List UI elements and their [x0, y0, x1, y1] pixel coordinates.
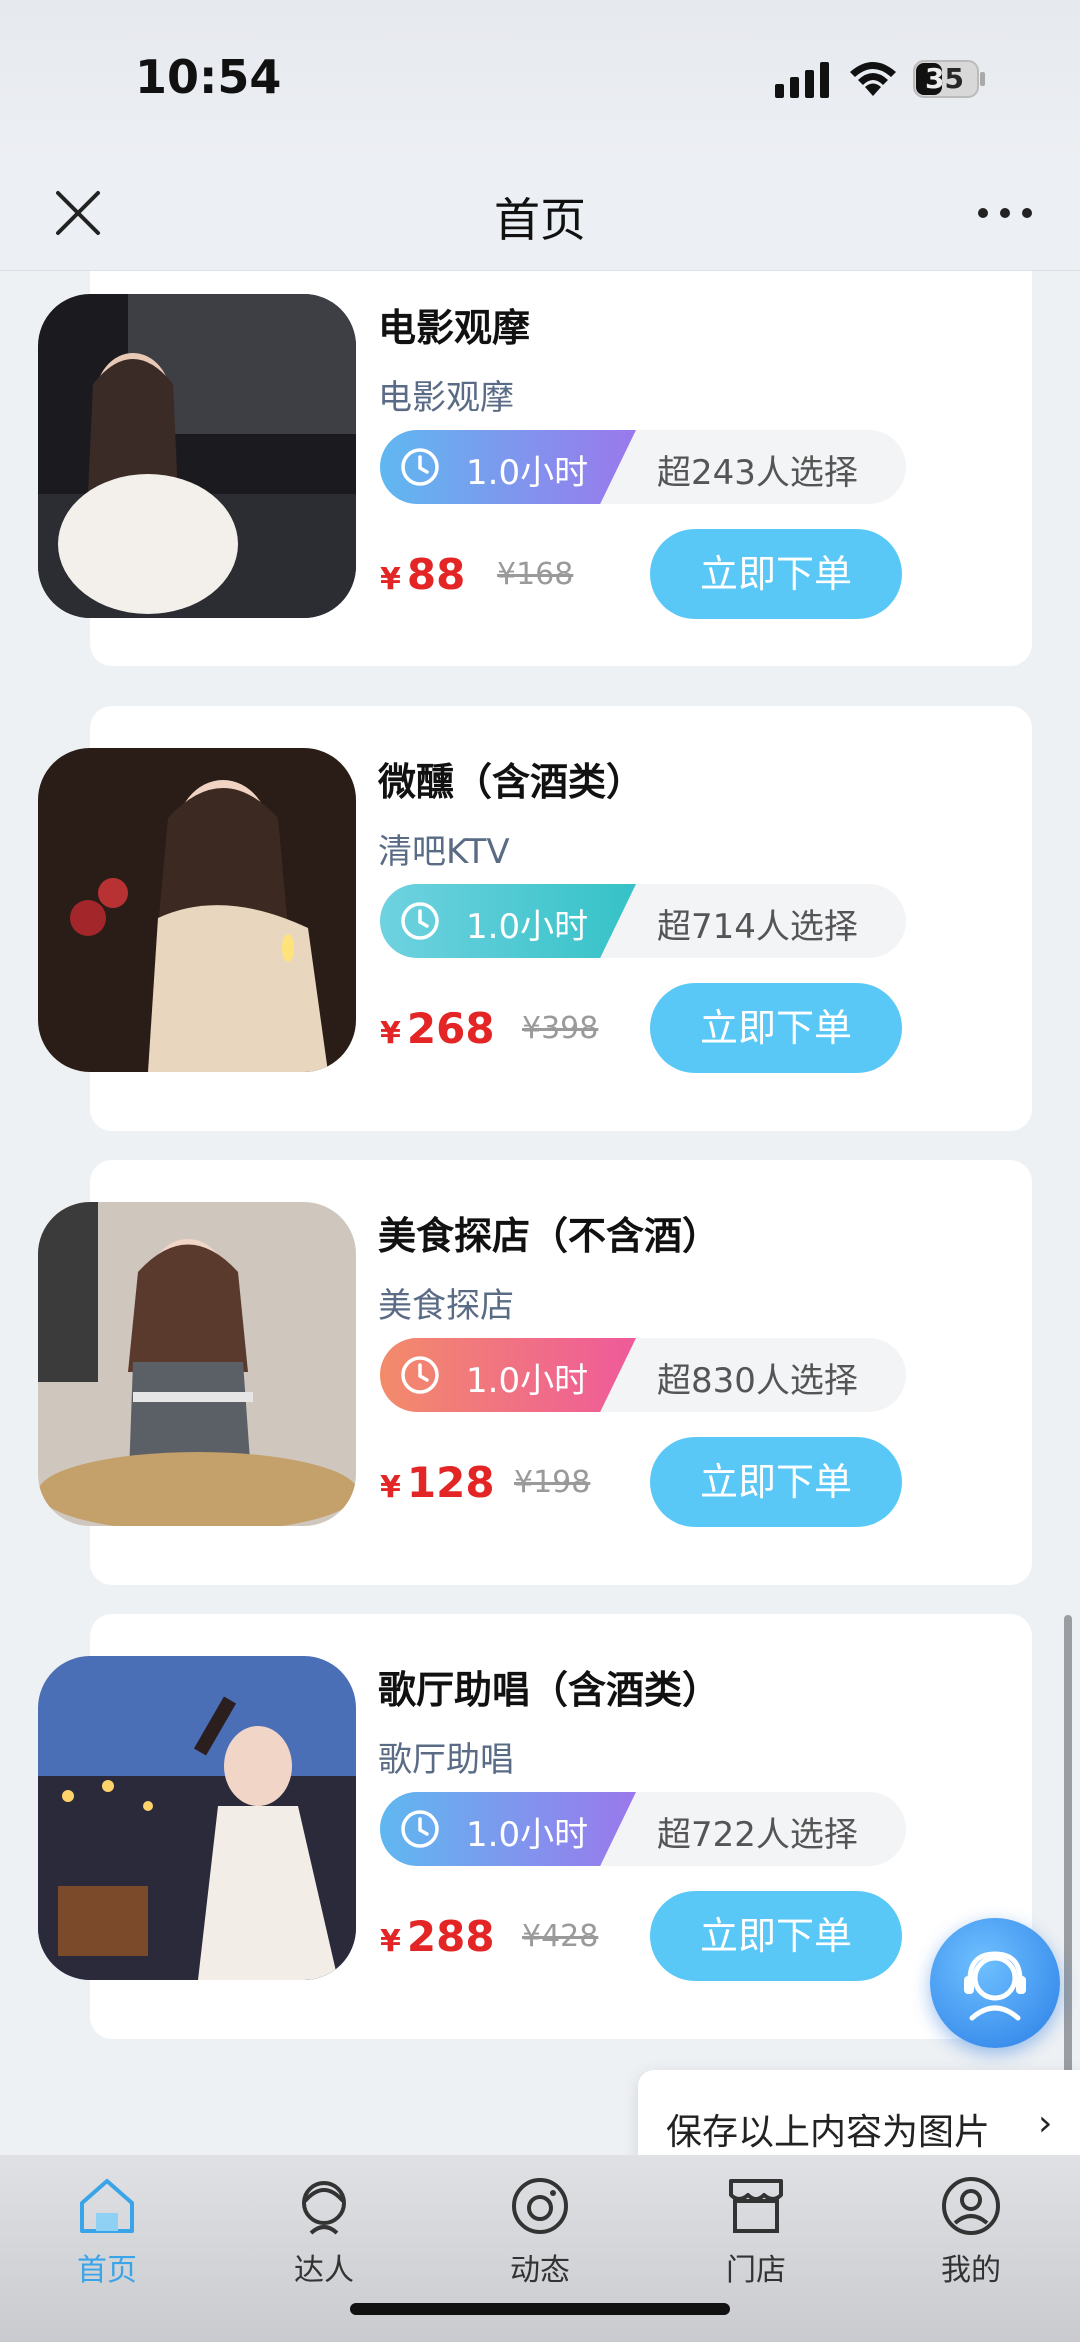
tab-label: 我的	[941, 2253, 1001, 2288]
customer-service-button[interactable]	[930, 1918, 1060, 2048]
buyer-count: 超714人选择	[657, 907, 858, 947]
home-icon	[80, 2179, 134, 2233]
duration-badge: 1.0小时 超830人选择	[380, 1338, 906, 1412]
order-button[interactable]: 立即下单	[650, 983, 902, 1073]
nav-bar: 首页	[0, 160, 1080, 271]
profile-icon	[942, 2177, 1000, 2235]
currency-symbol: ¥	[380, 1924, 401, 1959]
duration-text: 1.0小时	[466, 1815, 589, 1855]
currency-symbol: ¥	[380, 1016, 401, 1051]
order-button[interactable]: 立即下单	[650, 1891, 902, 1981]
battery-icon: 35	[913, 60, 987, 98]
original-price: ¥168	[497, 557, 574, 592]
product-category: 电影观摩	[378, 378, 514, 418]
headset-icon	[964, 1951, 1026, 2021]
product-title: 电影观摩	[378, 306, 531, 350]
price: ¥288	[380, 1912, 495, 1961]
product-image[interactable]	[38, 748, 356, 1072]
product-title: 歌厅助唱（含酒类）	[378, 1668, 721, 1712]
product-title: 微醺（含酒类）	[378, 760, 645, 804]
battery-level: 35	[925, 62, 964, 95]
tab-profile[interactable]: 我的	[896, 2173, 1046, 2313]
signal-icon	[775, 62, 829, 98]
wifi-icon	[850, 62, 896, 96]
page-title: 首页	[494, 193, 586, 247]
duration-badge: 1.0小时 超722人选择	[380, 1792, 906, 1866]
clock-icon	[401, 1356, 439, 1394]
product-category: 歌厅助唱	[378, 1740, 514, 1780]
status-time: 10:54	[135, 50, 282, 104]
original-price: ¥398	[522, 1011, 599, 1046]
chevron-right-icon: ›	[1038, 2103, 1053, 2144]
product-list[interactable]: 电影观摩 电影观摩 1.0小时 超243人选择 ¥88 ¥168 立即下单 微醺…	[0, 271, 1080, 2155]
tab-label: 门店	[726, 2253, 786, 2288]
person-icon	[302, 2181, 346, 2235]
store-icon	[729, 2179, 783, 2233]
tab-home[interactable]: 首页	[32, 2173, 182, 2313]
tab-moments[interactable]: 动态	[465, 2173, 615, 2313]
product-image[interactable]	[38, 1202, 356, 1526]
duration-text: 1.0小时	[466, 1361, 589, 1401]
clock-icon	[401, 902, 439, 940]
currency-symbol: ¥	[380, 562, 401, 597]
price-amount: 88	[406, 550, 466, 599]
buyer-count: 超722人选择	[657, 1815, 858, 1855]
buyer-count: 超243人选择	[657, 453, 858, 493]
tab-label: 达人	[294, 2253, 354, 2288]
clock-icon	[401, 1810, 439, 1848]
tab-store[interactable]: 门店	[681, 2173, 831, 2313]
original-price: ¥428	[522, 1919, 599, 1954]
price-amount: 288	[406, 1912, 495, 1961]
clock-icon	[401, 448, 439, 486]
duration-badge: 1.0小时 超714人选择	[380, 884, 906, 958]
more-icon[interactable]	[975, 198, 1035, 228]
price: ¥268	[380, 1004, 495, 1053]
order-button[interactable]: 立即下单	[650, 1437, 902, 1527]
currency-symbol: ¥	[380, 1470, 401, 1505]
duration-text: 1.0小时	[466, 907, 589, 947]
tab-label: 动态	[510, 2253, 570, 2288]
price-amount: 128	[406, 1458, 495, 1507]
product-category: 美食探店	[378, 1286, 514, 1326]
product-category: 清吧KTV	[378, 832, 510, 872]
order-button[interactable]: 立即下单	[650, 529, 902, 619]
product-image[interactable]	[38, 294, 356, 618]
duration-badge: 1.0小时 超243人选择	[380, 430, 906, 504]
buyer-count: 超830人选择	[657, 1361, 858, 1401]
product-title: 美食探店（不含酒）	[378, 1214, 721, 1258]
camera-icon	[512, 2178, 568, 2234]
tab-talent[interactable]: 达人	[249, 2173, 399, 2313]
home-indicator	[350, 2303, 730, 2315]
save-as-image-label: 保存以上内容为图片	[666, 2112, 991, 2153]
status-bar: 10:54 35	[0, 0, 1080, 160]
duration-text: 1.0小时	[466, 453, 589, 493]
original-price: ¥198	[514, 1465, 591, 1500]
price: ¥88	[380, 550, 465, 599]
product-image[interactable]	[38, 1656, 356, 1980]
price: ¥128	[380, 1458, 495, 1507]
price-amount: 268	[406, 1004, 495, 1053]
tab-label: 首页	[77, 2253, 137, 2288]
